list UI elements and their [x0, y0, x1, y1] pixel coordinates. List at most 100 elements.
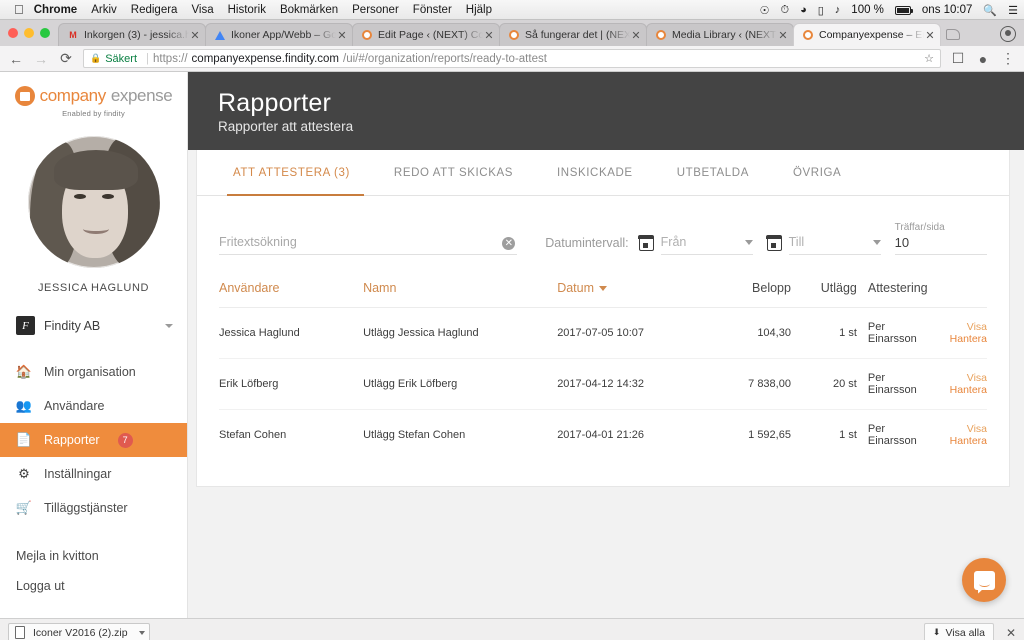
- tab-close-icon[interactable]: ✕: [777, 29, 789, 42]
- menu-item-redigera[interactable]: Redigera: [131, 4, 178, 16]
- sidebar-item-anvandare[interactable]: 👥 Användare: [0, 389, 187, 423]
- tab-utbetalda[interactable]: UTBETALDA: [655, 150, 771, 196]
- download-item[interactable]: Iconer V2016 (2).zip: [8, 623, 150, 640]
- menu-item-visa[interactable]: Visa: [191, 4, 213, 16]
- col-datum-label: Datum: [557, 281, 594, 295]
- sidebar-item-min-organisation[interactable]: 🏠 Min organisation: [0, 355, 187, 389]
- table-row[interactable]: Stefan Cohen Utlägg Stefan Cohen 2017-04…: [219, 410, 987, 461]
- link-logga-ut[interactable]: Logga ut: [0, 571, 187, 601]
- companyexpense-icon: [802, 29, 814, 41]
- tab-close-icon[interactable]: ✕: [630, 29, 642, 42]
- cast-icon[interactable]: ☐: [950, 50, 966, 67]
- apple-icon[interactable]: : [14, 3, 24, 16]
- search-input[interactable]: [219, 231, 517, 255]
- action-visa[interactable]: Visa: [967, 423, 987, 435]
- col-anvandare[interactable]: Användare: [219, 265, 363, 308]
- notification-center-icon[interactable]: ☰: [1008, 4, 1018, 17]
- action-hantera[interactable]: Hantera: [950, 384, 987, 396]
- kebab-menu-icon[interactable]: ⋮: [1000, 50, 1016, 67]
- menu-item-hjalp[interactable]: Hjälp: [466, 4, 492, 16]
- gmail-icon: M: [67, 29, 79, 41]
- airplay-icon[interactable]: ▯: [818, 4, 824, 17]
- action-hantera[interactable]: Hantera: [950, 435, 987, 447]
- chat-bubble-icon[interactable]: [962, 558, 1006, 602]
- browser-tab-0[interactable]: M Inkorgen (3) - jessica.haglun ✕: [58, 23, 206, 46]
- back-arrow-icon[interactable]: ←: [8, 51, 24, 67]
- time-machine-icon[interactable]: ⏱: [780, 4, 789, 17]
- menu-item-bokmarken[interactable]: Bokmärken: [280, 4, 338, 16]
- hits-per-page: Träffar/sida 10: [895, 222, 987, 255]
- reload-icon[interactable]: ⟳: [58, 50, 74, 67]
- volume-icon[interactable]: ♪: [835, 4, 841, 16]
- cell-expenses: 1 st: [791, 410, 857, 461]
- address-bar[interactable]: 🔒 Säkert | https://companyexpense.findit…: [83, 49, 941, 68]
- tab-close-icon[interactable]: ✕: [924, 29, 936, 42]
- date-from-field[interactable]: Från: [639, 235, 753, 255]
- sort-descending-icon[interactable]: [599, 286, 607, 291]
- table-row[interactable]: Erik Löfberg Utlägg Erik Löfberg 2017-04…: [219, 359, 987, 410]
- organization-selector[interactable]: F Findity AB: [0, 306, 187, 345]
- new-tab-button[interactable]: [940, 23, 966, 46]
- window-minimize-button[interactable]: [24, 28, 34, 38]
- window-close-button[interactable]: [8, 28, 18, 38]
- table-row[interactable]: Jessica Haglund Utlägg Jessica Haglund 2…: [219, 308, 987, 359]
- sidebar-item-tillaggstjanster[interactable]: 🛒 Tilläggstjänster: [0, 491, 187, 525]
- browser-tab-title: Ikoner App/Webb – Google: [231, 29, 336, 41]
- close-icon[interactable]: ✕: [1006, 626, 1016, 640]
- tab-close-icon[interactable]: ✕: [189, 29, 201, 42]
- chevron-down-icon[interactable]: [139, 631, 145, 635]
- clock-label[interactable]: ons 10:07: [922, 4, 973, 16]
- date-from-select[interactable]: Från: [661, 235, 753, 255]
- profile-avatar-icon[interactable]: [1000, 26, 1016, 42]
- checkmark-circle-icon[interactable]: ☉: [760, 4, 770, 17]
- chevron-down-icon[interactable]: [745, 240, 753, 245]
- window-zoom-button[interactable]: [40, 28, 50, 38]
- tab-att-attestera[interactable]: ATT ATTESTERA (3): [219, 150, 372, 196]
- tab-inskickade[interactable]: INSKICKADE: [535, 150, 655, 196]
- wifi-icon[interactable]: ◕: [800, 4, 807, 16]
- date-to-select[interactable]: Till: [789, 235, 881, 255]
- browser-tab-3[interactable]: Så fungerar det | (NEXT) Co ✕: [499, 23, 647, 46]
- link-mejla-in-kvitton[interactable]: Mejla in kvitton: [0, 541, 187, 571]
- browser-tab-title: Media Library ‹ (NEXT) Com: [672, 29, 777, 41]
- menu-item-fonster[interactable]: Fönster: [413, 4, 452, 16]
- calendar-icon[interactable]: [767, 236, 782, 251]
- tab-close-icon[interactable]: ✕: [336, 29, 348, 42]
- forward-arrow-icon[interactable]: →: [33, 51, 49, 67]
- sidebar-item-rapporter[interactable]: 📄 Rapporter 7: [0, 423, 187, 457]
- tab-close-icon[interactable]: ✕: [483, 29, 495, 42]
- col-datum[interactable]: Datum: [557, 265, 700, 308]
- sidebar-item-installningar[interactable]: ⚙ Inställningar: [0, 457, 187, 491]
- col-attestering[interactable]: Attestering: [857, 265, 928, 308]
- tab-ovriga[interactable]: ÖVRIGA: [771, 150, 863, 196]
- action-visa[interactable]: Visa: [967, 372, 987, 384]
- browser-tab-2[interactable]: Edit Page ‹ (NEXT) Compan ✕: [352, 23, 500, 46]
- sidebar-item-label: Användare: [44, 399, 104, 413]
- menu-item-personer[interactable]: Personer: [352, 4, 399, 16]
- menu-item-chrome[interactable]: Chrome: [34, 4, 77, 16]
- show-all-downloads-button[interactable]: ⬇ Visa alla: [924, 623, 994, 640]
- browser-tab-4[interactable]: Media Library ‹ (NEXT) Com ✕: [646, 23, 794, 46]
- action-hantera[interactable]: Hantera: [950, 333, 987, 345]
- browser-tab-5-active[interactable]: Companyexpense – Enabled ✕: [793, 23, 941, 46]
- menu-item-historik[interactable]: Historik: [228, 4, 266, 16]
- tab-redo-att-skickas[interactable]: REDO ATT SKICKAS: [372, 150, 535, 196]
- col-utlagg[interactable]: Utlägg: [791, 265, 857, 308]
- chevron-down-icon[interactable]: [165, 324, 173, 328]
- download-icon: ⬇: [933, 627, 941, 638]
- battery-icon[interactable]: [895, 6, 911, 15]
- date-to-field[interactable]: Till: [767, 235, 881, 255]
- table-header-row: Användare Namn Datum Belopp Utlägg Attes…: [219, 265, 987, 308]
- spotlight-search-icon[interactable]: 🔍: [983, 4, 997, 17]
- col-belopp[interactable]: Belopp: [700, 265, 791, 308]
- menu-item-arkiv[interactable]: Arkiv: [91, 4, 117, 16]
- cell-amount: 1 592,65: [700, 410, 791, 461]
- chevron-down-icon[interactable]: [873, 240, 881, 245]
- extension-icon[interactable]: ●: [975, 51, 991, 67]
- browser-tab-1[interactable]: Ikoner App/Webb – Google ✕: [205, 23, 353, 46]
- action-visa[interactable]: Visa: [967, 321, 987, 333]
- bookmark-star-icon[interactable]: ☆: [924, 52, 934, 65]
- calendar-icon[interactable]: [639, 236, 654, 251]
- col-namn[interactable]: Namn: [363, 265, 557, 308]
- hits-per-page-select[interactable]: 10: [895, 235, 987, 255]
